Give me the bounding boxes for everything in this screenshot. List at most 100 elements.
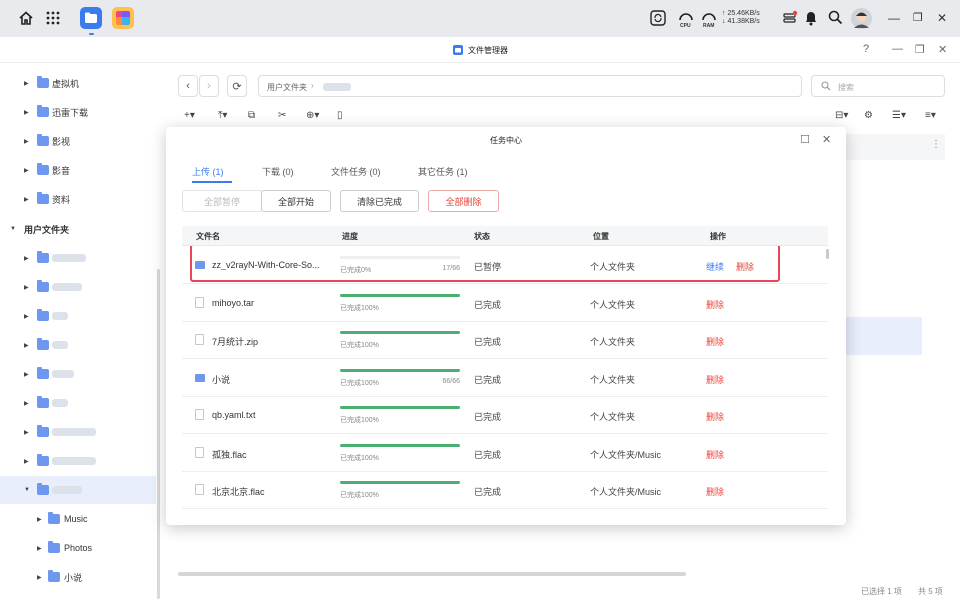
collapse-arrow-icon[interactable]: ▼ <box>24 487 30 493</box>
refresh-button[interactable]: ⟳ <box>227 75 247 97</box>
expand-arrow-icon[interactable]: ▶ <box>24 342 29 349</box>
tree-item-thunder-downloads[interactable]: ▶ 迅雷下载 <box>0 98 156 126</box>
expand-arrow-icon[interactable]: ▶ <box>24 429 29 436</box>
expand-arrow-icon[interactable]: ▶ <box>37 545 42 552</box>
clear-completed-button[interactable]: 清除已完成 <box>340 190 419 212</box>
blurred-path-segment[interactable] <box>323 83 351 91</box>
task-row[interactable]: mihoyo.tar 已完成100% 已完成 个人文件夹 删除 <box>182 284 828 322</box>
expand-arrow-icon[interactable]: ▶ <box>24 80 29 87</box>
task-row[interactable]: 7月统计.zip 已完成100% 已完成 个人文件夹 删除 <box>182 321 828 359</box>
expand-arrow-icon[interactable]: ▶ <box>24 109 29 116</box>
delete-button[interactable]: 删除 <box>706 448 724 461</box>
tree-item-user-folder[interactable]: ▶ <box>0 389 156 417</box>
sys-minimize-button[interactable]: — <box>888 11 900 25</box>
copy-icon[interactable]: ⧉ <box>248 110 255 121</box>
tree-item-novels[interactable]: ▶ 小说 <box>0 563 156 591</box>
expand-arrow-icon[interactable]: ▶ <box>24 255 29 262</box>
cpu-gauge-icon[interactable] <box>678 9 694 21</box>
file-manager-app-icon[interactable] <box>80 7 102 29</box>
tab-upload[interactable]: 上传 (1) <box>192 165 224 178</box>
tab-other-tasks[interactable]: 其它任务 (1) <box>418 165 468 178</box>
dialog-maximize-button[interactable]: ☐ <box>800 133 810 146</box>
compress-icon[interactable]: ▯ <box>337 110 343 121</box>
search-field[interactable]: 搜索 <box>811 75 945 97</box>
storage-icon[interactable] <box>782 10 798 26</box>
delete-button[interactable]: 删除 <box>706 373 724 386</box>
tree-item-user-folder[interactable]: ▶ <box>0 244 156 272</box>
expand-arrow-icon[interactable]: ▶ <box>24 284 29 291</box>
help-button[interactable]: ? <box>863 43 869 55</box>
start-all-button[interactable]: 全部开始 <box>261 190 331 212</box>
user-avatar[interactable] <box>851 8 872 29</box>
home-icon[interactable] <box>18 10 34 26</box>
tab-file-tasks[interactable]: 文件任务 (0) <box>331 165 381 178</box>
tree-item-user-folder[interactable]: ▶ <box>0 331 156 359</box>
tree-item-user-folder[interactable]: ▶ <box>0 302 156 330</box>
pause-all-button[interactable]: 全部暂停 <box>182 190 262 212</box>
back-button[interactable]: ‹ <box>178 75 198 97</box>
search-icon[interactable] <box>828 10 843 25</box>
path-root[interactable]: 用户文件夹 <box>267 82 307 93</box>
cut-icon[interactable]: ✂ <box>278 110 286 121</box>
window-close-button[interactable]: ✕ <box>938 43 947 56</box>
expand-arrow-icon[interactable]: ▶ <box>24 371 29 378</box>
delete-button[interactable]: 删除 <box>706 485 724 498</box>
task-row[interactable]: qb.yaml.txt 已完成100% 已完成 个人文件夹 删除 <box>182 396 828 434</box>
delete-button[interactable]: 删除 <box>706 335 724 348</box>
settings-gear-icon[interactable]: ⚙ <box>864 110 873 121</box>
expand-arrow-icon[interactable]: ▶ <box>24 458 29 465</box>
collapse-arrow-icon[interactable]: ▼ <box>10 226 16 232</box>
task-list-scrollbar[interactable] <box>826 249 829 259</box>
tree-item-media[interactable]: ▶ 影音 <box>0 156 156 184</box>
column-menu-icon[interactable]: ⋮ <box>931 139 941 150</box>
bell-icon[interactable] <box>804 10 818 26</box>
tools-icon[interactable]: ⊟▾ <box>835 110 848 121</box>
sys-close-button[interactable]: ✕ <box>937 11 947 25</box>
col-name[interactable]: 文件名 <box>196 231 220 242</box>
tree-item-user-folder[interactable]: ▶ <box>0 360 156 388</box>
selected-file-row[interactable] <box>845 317 922 355</box>
sys-restore-button[interactable]: ❐ <box>913 11 923 24</box>
sort-icon[interactable]: ≡▾ <box>925 110 936 121</box>
expand-arrow-icon[interactable]: ▶ <box>24 167 29 174</box>
tree-section-user-folders[interactable]: ▼ 用户文件夹 <box>0 215 156 243</box>
tree-item-virtual-machine[interactable]: ▶ 虚拟机 <box>0 69 156 97</box>
delete-all-button[interactable]: 全部删除 <box>428 190 499 212</box>
tree-item-music[interactable]: ▶ Music <box>0 505 156 533</box>
path-bar[interactable]: 用户文件夹 › <box>258 75 802 97</box>
more-actions-icon[interactable]: ⊕▾ <box>306 110 319 121</box>
expand-arrow-icon[interactable]: ▶ <box>24 400 29 407</box>
sidebar-scrollbar[interactable] <box>157 269 160 599</box>
view-mode-icon[interactable]: ☰▾ <box>892 110 906 121</box>
expand-arrow-icon[interactable]: ▶ <box>37 516 42 523</box>
task-row[interactable]: 小说 已完成100% 66/66 已完成 个人文件夹 删除 <box>182 359 828 397</box>
tree-item-user-folder[interactable]: ▶ <box>0 418 156 446</box>
window-restore-button[interactable]: ❐ <box>915 43 925 56</box>
new-button-icon[interactable]: +▾ <box>184 110 195 121</box>
horizontal-scrollbar[interactable] <box>178 572 686 576</box>
resume-button[interactable]: 继续 <box>706 260 724 273</box>
tree-item-user-folder-selected[interactable]: ▼ <box>0 476 156 504</box>
sync-icon[interactable] <box>650 10 666 26</box>
forward-button[interactable]: › <box>199 75 219 97</box>
apps-grid-icon[interactable] <box>46 11 60 25</box>
delete-button[interactable]: 删除 <box>736 260 754 273</box>
tree-item-documents[interactable]: ▶ 资料 <box>0 185 156 213</box>
expand-arrow-icon[interactable]: ▶ <box>24 313 29 320</box>
tree-item-user-folder[interactable]: ▶ <box>0 273 156 301</box>
photos-app-icon[interactable] <box>112 7 134 29</box>
expand-arrow-icon[interactable]: ▶ <box>37 574 42 581</box>
tree-item-user-folder[interactable]: ▶ <box>0 447 156 475</box>
tree-item-movies[interactable]: ▶ 影视 <box>0 127 156 155</box>
expand-arrow-icon[interactable]: ▶ <box>24 138 29 145</box>
task-row[interactable]: 孤独.flac 已完成100% 已完成 个人文件夹/Music 删除 <box>182 434 828 472</box>
tab-download[interactable]: 下载 (0) <box>262 165 294 178</box>
ram-gauge-icon[interactable] <box>701 9 717 21</box>
expand-arrow-icon[interactable]: ▶ <box>24 196 29 203</box>
tree-item-photos[interactable]: ▶ Photos <box>0 534 156 562</box>
window-minimize-button[interactable]: — <box>892 43 903 55</box>
delete-button[interactable]: 删除 <box>706 298 724 311</box>
upload-button-icon[interactable]: ⤒▾ <box>218 110 227 121</box>
task-row[interactable]: zz_v2rayN-With-Core-So... 已完成0% 17/66 已暂停 个人… <box>182 246 828 284</box>
delete-button[interactable]: 删除 <box>706 410 724 423</box>
